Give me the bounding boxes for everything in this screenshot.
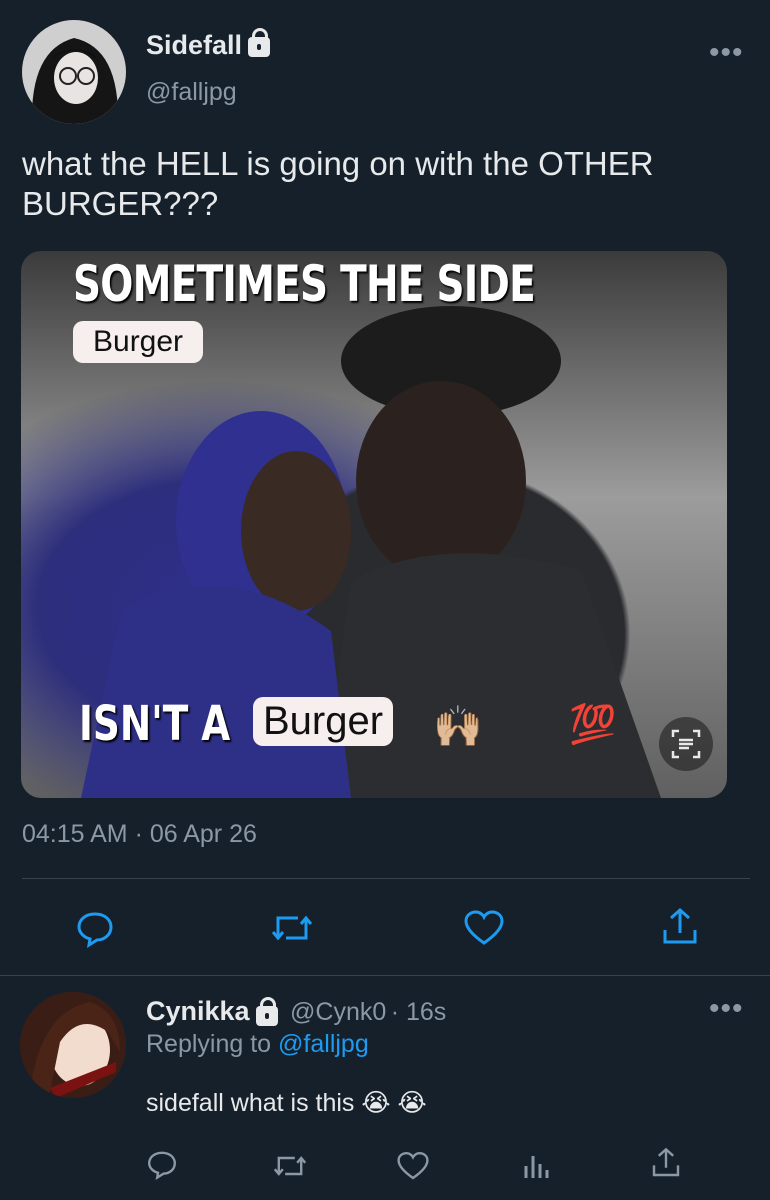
divider	[22, 878, 750, 879]
share-button[interactable]	[660, 906, 700, 948]
retweet-icon	[273, 1156, 307, 1176]
meme-patch-bottom: Burger	[253, 697, 394, 746]
reply-display-name[interactable]: Cynikka	[146, 996, 250, 1026]
retweet-button[interactable]	[270, 908, 314, 948]
tweet-text: what the HELL is going on with the OTHER…	[22, 145, 654, 222]
heart-icon	[397, 1151, 429, 1180]
reply-button[interactable]	[75, 908, 115, 948]
more-options-icon[interactable]: •••	[709, 38, 744, 68]
replying-to-line: Replying to @falljpg	[146, 1030, 369, 1059]
reply-age[interactable]: · 16s	[391, 998, 447, 1026]
reply-like-button[interactable]	[396, 1150, 430, 1182]
reply-more-options-icon[interactable]: •••	[709, 994, 744, 1024]
reply-reply-button[interactable]	[146, 1148, 178, 1180]
reply-header: Cynikka @Cynk0 · 16s	[146, 996, 446, 1027]
text-scan-button[interactable]	[659, 717, 713, 771]
like-button[interactable]	[463, 908, 505, 948]
reply-text: sidefall what is this 😭 😭	[146, 1089, 427, 1117]
replying-to-prefix: Replying to	[146, 1030, 272, 1058]
reply-icon	[77, 912, 113, 948]
meme-patch-top: Burger	[73, 321, 204, 363]
replying-to-handle-link[interactable]: @falljpg	[278, 1030, 369, 1058]
author-display-name[interactable]: Sidefall	[146, 30, 242, 60]
reply-retweet-button[interactable]	[272, 1150, 308, 1182]
hundred-emoji: 💯	[569, 704, 617, 746]
meme-bottom-caption: ISN'T A	[79, 696, 231, 752]
retweet-icon	[271, 915, 313, 941]
reply-author-avatar[interactable]	[20, 992, 126, 1098]
meme-top-caption: SOMETIMES THE SIDE	[73, 255, 536, 313]
divider	[0, 975, 770, 976]
author-handle[interactable]: @falljpg	[146, 78, 237, 107]
heart-icon	[464, 910, 504, 945]
analytics-icon	[524, 1156, 549, 1178]
raised-hands-emoji: 🙌🏼	[433, 705, 483, 749]
reply-handle[interactable]: @Cynk0	[290, 998, 386, 1026]
text-scan-icon	[671, 729, 701, 759]
reply-share-button[interactable]	[650, 1146, 682, 1180]
author-name-row[interactable]: Sidefall	[146, 27, 271, 61]
protected-lock-icon	[248, 27, 271, 57]
tweet-media-image[interactable]: SOMETIMES THE SIDE Burger ISN'T A Burger…	[21, 251, 727, 798]
protected-lock-icon	[255, 996, 278, 1026]
author-avatar[interactable]	[22, 20, 126, 124]
tweet-timestamp[interactable]: 04:15 AM · 06 Apr 26	[22, 820, 257, 849]
reply-analytics-button[interactable]	[522, 1150, 552, 1182]
share-icon	[663, 907, 697, 944]
share-icon	[652, 1147, 680, 1177]
reply-icon	[147, 1151, 177, 1180]
